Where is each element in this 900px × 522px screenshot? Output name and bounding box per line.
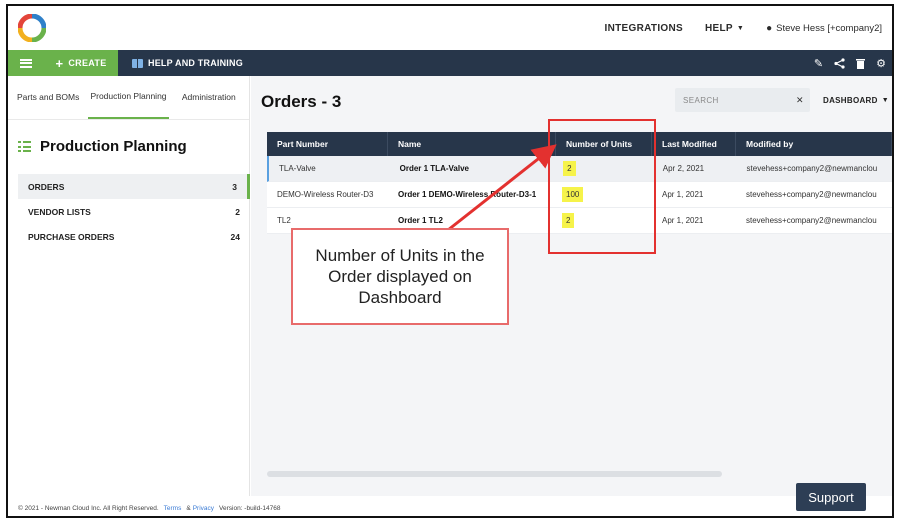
footer: © 2021 - Newman Cloud Inc. All Right Res… [8, 496, 892, 516]
cell-name: Order 1 DEMO-Wireless Router-D3-1 [398, 190, 537, 199]
horizontal-scrollbar[interactable] [267, 471, 722, 477]
cell-last-modified: Apr 2, 2021 [662, 164, 705, 173]
sidebar-title: Production Planning [18, 138, 187, 155]
help-menu[interactable]: HELP ▼ [705, 23, 744, 34]
cell-modified-by: stevehess+company2@newmanclou [746, 216, 877, 225]
cell-modified-by: stevehess+company2@newmanclou [746, 190, 877, 199]
chevron-down-icon: ▼ [881, 96, 889, 104]
sidebar-item-vendor-lists[interactable]: VENDOR LISTS 2 [18, 199, 250, 224]
cell-part-number: TLA-Valve [279, 164, 316, 173]
close-icon[interactable]: ✕ [796, 95, 804, 106]
count-badge: 24 [230, 231, 240, 242]
list-icon [18, 141, 31, 152]
tab-parts-and-boms[interactable]: Parts and BOMs [8, 76, 88, 119]
version-text: Version: -build-14768 [219, 504, 281, 512]
cell-name: Order 1 TLA-Valve [399, 164, 469, 173]
integrations-link[interactable]: INTEGRATIONS [605, 23, 683, 34]
count-badge: 3 [232, 181, 237, 192]
user-menu[interactable]: ● Steve Hess [+company2] [766, 23, 882, 34]
tab-production-planning[interactable]: Production Planning [88, 76, 169, 119]
cell-last-modified: Apr 1, 2021 [662, 190, 704, 199]
column-header-name[interactable]: Name [388, 132, 556, 156]
cell-last-modified: Apr 1, 2021 [662, 216, 704, 225]
sidebar-item-purchase-orders[interactable]: PURCHASE ORDERS 24 [18, 224, 250, 249]
trash-icon[interactable] [856, 58, 866, 69]
search-placeholder: SEARCH [683, 95, 719, 105]
user-icon: ● [766, 22, 773, 34]
search-input[interactable]: SEARCH ✕ [675, 88, 810, 112]
edit-icon[interactable]: ✎ [814, 57, 823, 70]
top-bar: INTEGRATIONS HELP ▼ ● Steve Hess [+company… [8, 6, 892, 50]
book-icon [132, 58, 143, 68]
page-title: Orders - 3 [261, 92, 342, 111]
gear-icon[interactable]: ⚙ [876, 57, 886, 70]
cell-modified-by: stevehess+company2@newmanclou [746, 164, 878, 173]
column-header-part-number[interactable]: Part Number [267, 132, 388, 156]
ampersand-text: & [186, 504, 191, 512]
sidebar: Parts and BOMs Production Planning Admin… [8, 76, 250, 496]
column-header-last-modified[interactable]: Last Modified [652, 132, 736, 156]
copyright-text: © 2021 - Newman Cloud Inc. All Right Res… [18, 504, 159, 512]
nav-tools: ✎ ⚙ [814, 50, 886, 76]
hamburger-icon [20, 58, 32, 68]
sidebar-list: ORDERS 3 VENDOR LISTS 2 PURCHASE ORDERS 24 [18, 174, 250, 249]
tab-administration[interactable]: Administration [169, 76, 249, 119]
plus-icon: + [55, 55, 64, 71]
help-and-training-button[interactable]: HELP AND TRAINING [132, 50, 243, 76]
user-name: Steve Hess [+company2] [776, 22, 882, 34]
dashboard-dropdown[interactable]: DASHBOARD ▼ [823, 88, 889, 112]
chevron-down-icon: ▼ [736, 24, 745, 32]
create-button[interactable]: + CREATE [44, 50, 118, 76]
support-button[interactable]: Support [796, 483, 866, 511]
sidebar-item-orders[interactable]: ORDERS 3 [18, 174, 250, 199]
app-logo-icon[interactable] [18, 14, 46, 42]
count-badge: 2 [235, 206, 240, 217]
cell-part-number: DEMO-Wireless Router-D3 [277, 190, 374, 199]
share-icon[interactable] [834, 57, 845, 69]
menu-button[interactable] [8, 50, 44, 76]
top-nav: INTEGRATIONS HELP ▼ ● Steve Hess [+company… [605, 6, 882, 50]
terms-link[interactable]: Terms [164, 505, 182, 512]
callout-box: Number of Units in the Order displayed o… [291, 228, 509, 325]
nav-bar: + CREATE HELP AND TRAINING ✎ ⚙ [8, 50, 892, 76]
sidebar-tabs: Parts and BOMs Production Planning Admin… [8, 76, 249, 120]
privacy-link[interactable]: Privacy [193, 505, 214, 512]
highlight-box [548, 119, 656, 254]
column-header-modified-by[interactable]: Modified by [736, 132, 892, 156]
